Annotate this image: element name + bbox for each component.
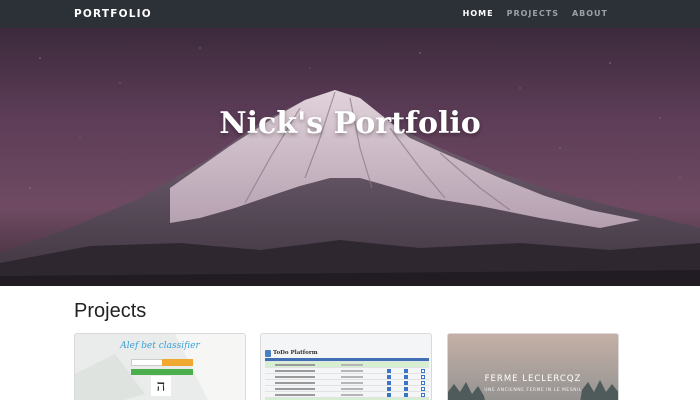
card-title: Alef bet classifier xyxy=(120,341,200,351)
brand-link[interactable]: PORTFOLIO xyxy=(74,8,152,20)
nav-link-home[interactable]: HOME xyxy=(463,9,494,19)
todo-table-preview xyxy=(265,358,429,400)
hebrew-letter: ה xyxy=(151,376,171,396)
hero-banner: Nick's Portfolio xyxy=(0,28,700,286)
projects-heading: Projects xyxy=(74,300,147,322)
top-navbar: PORTFOLIO HOME PROJECTS ABOUT xyxy=(0,0,700,28)
nav-link-about[interactable]: ABOUT xyxy=(572,9,608,19)
nav-links: HOME PROJECTS ABOUT xyxy=(463,9,608,19)
card-subtitle: UNE ANCIENNE FERME IN LE MESNIL xyxy=(484,388,582,393)
hero-mountain-image xyxy=(0,28,700,286)
analyze-button-preview xyxy=(131,369,193,375)
project-card-alef-bet[interactable]: Alef bet classifier ה xyxy=(74,333,246,400)
upload-button-preview xyxy=(162,359,193,366)
hero-title: Nick's Portfolio xyxy=(219,106,481,141)
clipboard-icon xyxy=(265,350,271,357)
project-card-todo[interactable]: ToDo Platform xyxy=(260,333,432,400)
nav-link-projects[interactable]: PROJECTS xyxy=(507,9,559,19)
card-title: ToDo Platform xyxy=(273,350,318,356)
card-title: FERME LECLERCQZ xyxy=(484,374,582,384)
project-card-ferme[interactable]: FERME LECLERCQZ UNE ANCIENNE FERME IN LE… xyxy=(447,333,619,400)
